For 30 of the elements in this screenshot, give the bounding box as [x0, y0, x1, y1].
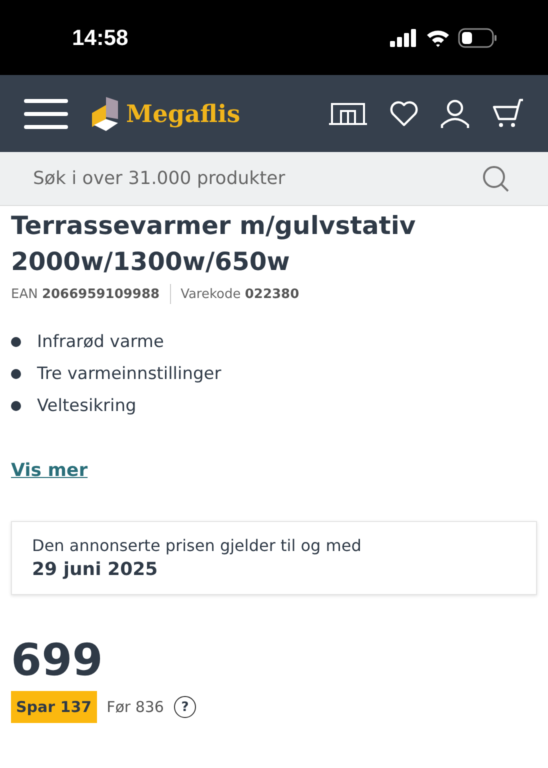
- notice-date: 29 juni 2025: [32, 559, 159, 580]
- feature-text: Tre varmeinnstillinger: [37, 364, 222, 384]
- heart-icon[interactable]: [390, 100, 418, 126]
- search-icon[interactable]: [482, 164, 510, 192]
- user-icon[interactable]: [440, 98, 470, 128]
- bullet-icon: [11, 337, 21, 347]
- wifi-icon: [426, 28, 450, 46]
- logo-text[interactable]: Megaflis: [126, 99, 240, 128]
- feature-text: Infrarød varme: [37, 332, 164, 352]
- signal-icon: [390, 28, 418, 46]
- product-title: Terrassevarmer m/gulvstativ 2000w/1300w/650w: [11, 210, 417, 278]
- search-field[interactable]: Søk i over 31.000 produkter: [33, 168, 482, 189]
- battery-icon: [458, 28, 498, 48]
- menu-icon[interactable]: [24, 98, 68, 130]
- help-icon[interactable]: ?: [174, 696, 196, 718]
- bullet-icon: [11, 401, 21, 411]
- logo-icon[interactable]: [92, 96, 120, 130]
- search-bar[interactable]: Søk i over 31.000 produkter: [0, 152, 548, 206]
- price-text: 699: [11, 635, 104, 687]
- ean-text: EAN 2066959109988: [11, 286, 160, 302]
- save-badge: Spar 137: [11, 691, 97, 723]
- bullet-icon: [11, 369, 21, 379]
- cart-icon[interactable]: [492, 98, 524, 130]
- item-code-text: Varekode 022380: [180, 286, 300, 302]
- before-price: Før 836: [106, 698, 164, 716]
- store-icon[interactable]: [328, 100, 368, 126]
- feature-text: Veltesikring: [37, 396, 136, 416]
- clock: 14:58: [72, 24, 128, 50]
- notice-text: Den annonserte prisen gjelder til og med: [32, 536, 362, 555]
- show-more-link[interactable]: Vis mer: [11, 460, 88, 481]
